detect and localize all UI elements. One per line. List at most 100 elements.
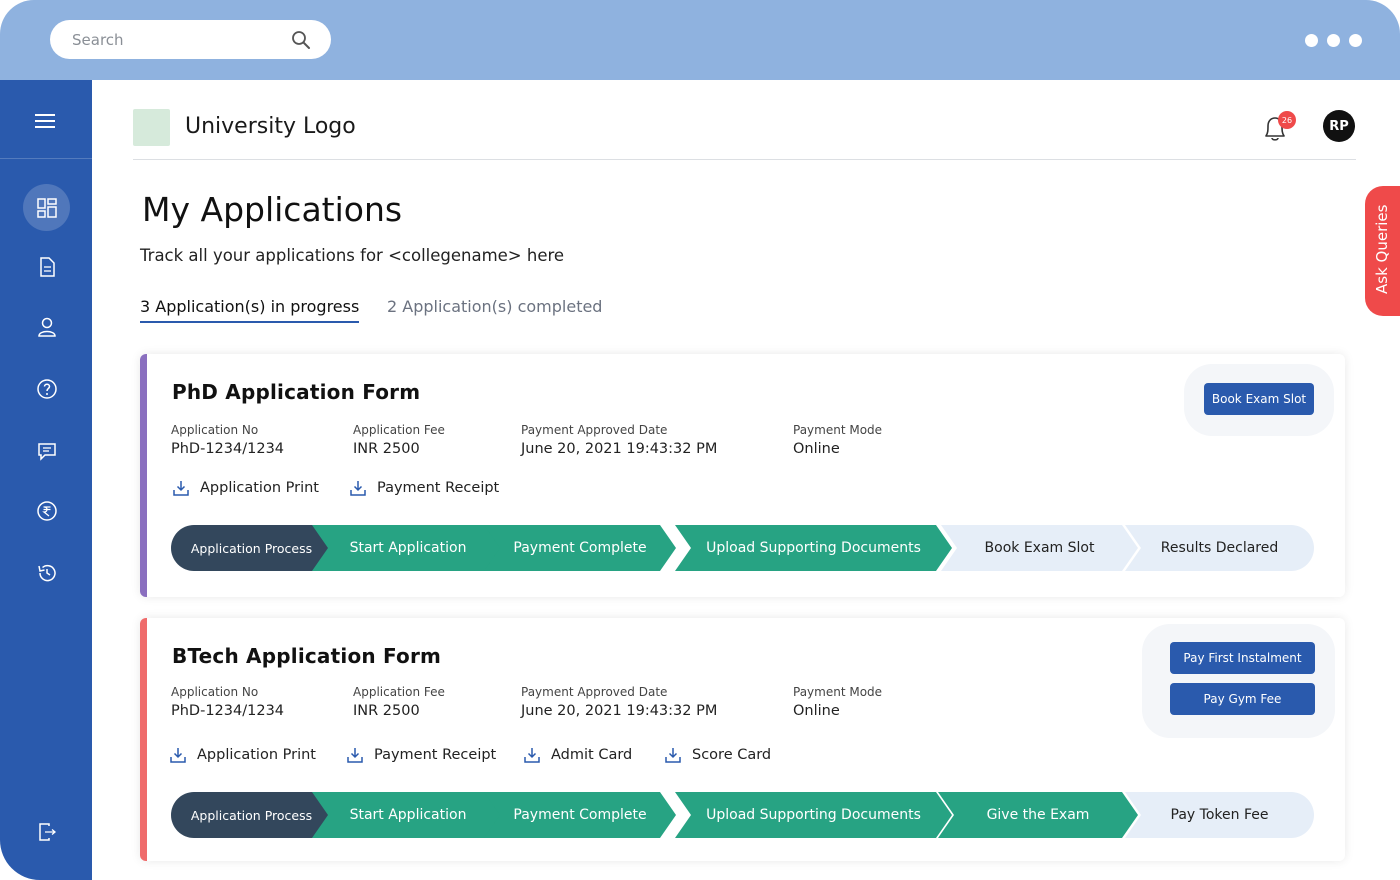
field-application-no: Application No PhD-1234/1234 <box>171 423 284 457</box>
rupee-icon <box>36 500 57 521</box>
step-start-application: Start Application <box>312 525 504 571</box>
card-title: PhD Application Form <box>172 380 421 404</box>
step-label: Payment Complete <box>513 807 647 823</box>
download-application-print[interactable]: Application Print <box>169 746 316 764</box>
download-icon <box>347 748 363 763</box>
sidebar-item-history[interactable] <box>23 549 70 596</box>
download-admit-card[interactable]: Admit Card <box>523 746 632 764</box>
dot <box>1327 34 1340 47</box>
search-icon[interactable] <box>291 30 311 50</box>
step-label: Pay Token Fee <box>1170 807 1269 823</box>
step-label: Start Application <box>349 807 467 823</box>
step-results-declared: Results Declared <box>1125 525 1314 571</box>
field-value: INR 2500 <box>353 703 420 719</box>
download-application-print[interactable]: Application Print <box>172 479 319 497</box>
page-subtitle: Track all your applications for <college… <box>140 246 565 265</box>
field-label: Payment Approved Date <box>521 685 668 699</box>
help-icon <box>36 378 57 399</box>
field-application-no: Application No PhD-1234/1234 <box>171 685 284 719</box>
more-options-icon[interactable] <box>1305 34 1362 47</box>
logout-icon <box>38 822 56 841</box>
page-title: My Applications <box>142 190 403 229</box>
download-icon <box>665 748 681 763</box>
pay-gym-fee-button[interactable]: Pay Gym Fee <box>1170 683 1315 715</box>
history-icon <box>37 564 56 581</box>
field-payment-mode: Payment Mode Online <box>793 423 882 457</box>
step-application-process: Application Process <box>171 792 332 838</box>
field-value: Online <box>793 441 840 457</box>
field-payment-approved-date: Payment Approved Date June 20, 2021 19:4… <box>521 685 717 719</box>
search-input[interactable] <box>72 29 272 51</box>
book-exam-slot-button[interactable]: Book Exam Slot <box>1204 383 1314 415</box>
step-payment-complete: Payment Complete <box>484 792 676 838</box>
step-book-exam-slot: Book Exam Slot <box>941 525 1138 571</box>
sidebar-item-messages[interactable] <box>23 427 70 474</box>
download-icon <box>524 748 540 763</box>
tab-completed[interactable]: 2 Application(s) completed <box>387 297 602 316</box>
download-label: Admit Card <box>551 747 633 763</box>
dot <box>1305 34 1318 47</box>
sidebar-item-documents[interactable] <box>23 243 70 290</box>
user-icon <box>37 317 56 337</box>
field-value: June 20, 2021 19:43:32 PM <box>521 441 718 457</box>
step-pay-token-fee: Pay Token Fee <box>1125 792 1314 838</box>
tab-in-progress[interactable]: 3 Application(s) in progress <box>140 297 360 323</box>
download-payment-receipt[interactable]: Payment Receipt <box>346 746 496 764</box>
field-label: Application No <box>171 423 259 437</box>
step-label: Application Process <box>190 807 313 823</box>
application-card-phd: PhD Application Form Application No PhD-… <box>140 354 1345 597</box>
ask-queries-label: Ask Queries <box>1373 204 1391 294</box>
step-upload-documents: Upload Supporting Documents <box>675 792 952 838</box>
sidebar-item-dashboard[interactable] <box>23 184 70 231</box>
sidebar <box>0 80 92 880</box>
download-icon <box>173 481 189 496</box>
field-label: Application Fee <box>353 423 445 437</box>
step-label: Application Process <box>190 540 313 556</box>
button-group: Book Exam Slot <box>1184 364 1334 436</box>
logo-text: University Logo <box>185 114 356 139</box>
download-icon <box>350 481 366 496</box>
card-accent <box>140 354 147 597</box>
header-divider <box>133 159 1356 160</box>
step-label: Payment Complete <box>513 540 647 556</box>
field-value: INR 2500 <box>353 441 420 457</box>
pay-first-instalment-button[interactable]: Pay First Instalment <box>1170 642 1315 674</box>
ask-queries-button[interactable]: Ask Queries <box>1365 186 1400 316</box>
download-label: Payment Receipt <box>374 747 497 763</box>
download-payment-receipt[interactable]: Payment Receipt <box>349 479 499 497</box>
dashboard-icon <box>36 197 57 218</box>
sidebar-item-logout[interactable] <box>23 808 70 855</box>
dot <box>1349 34 1362 47</box>
field-label: Application No <box>171 685 259 699</box>
download-label: Payment Receipt <box>377 480 500 496</box>
field-label: Payment Mode <box>793 423 883 437</box>
step-label: Give the Exam <box>986 807 1090 823</box>
field-payment-mode: Payment Mode Online <box>793 685 882 719</box>
menu-icon[interactable] <box>30 110 60 132</box>
download-score-card[interactable]: Score Card <box>664 746 771 764</box>
card-title: BTech Application Form <box>172 644 442 668</box>
download-icon <box>170 748 186 763</box>
field-value: PhD-1234/1234 <box>171 703 285 719</box>
sidebar-item-help[interactable] <box>23 365 70 412</box>
field-payment-approved-date: Payment Approved Date June 20, 2021 19:4… <box>521 423 717 457</box>
notification-badge: 26 <box>1278 111 1296 129</box>
step-upload-documents: Upload Supporting Documents <box>675 525 952 571</box>
step-label: Start Application <box>349 540 467 556</box>
download-label: Application Print <box>200 480 319 496</box>
step-application-process: Application Process <box>171 525 332 571</box>
top-bar <box>0 0 1400 80</box>
avatar[interactable]: RP <box>1323 110 1355 142</box>
sidebar-item-payments[interactable] <box>23 487 70 534</box>
download-label: Application Print <box>197 747 316 763</box>
sidebar-divider <box>0 158 92 159</box>
button-group: Pay First Instalment Pay Gym Fee <box>1142 624 1335 738</box>
document-icon <box>39 256 55 277</box>
step-start-application: Start Application <box>312 792 504 838</box>
search-box[interactable] <box>50 20 331 59</box>
step-give-the-exam: Give the Exam <box>938 792 1138 838</box>
sidebar-item-profile[interactable] <box>23 303 70 350</box>
step-label: Upload Supporting Documents <box>706 807 921 823</box>
university-logo <box>133 109 170 146</box>
chat-icon <box>37 442 56 461</box>
